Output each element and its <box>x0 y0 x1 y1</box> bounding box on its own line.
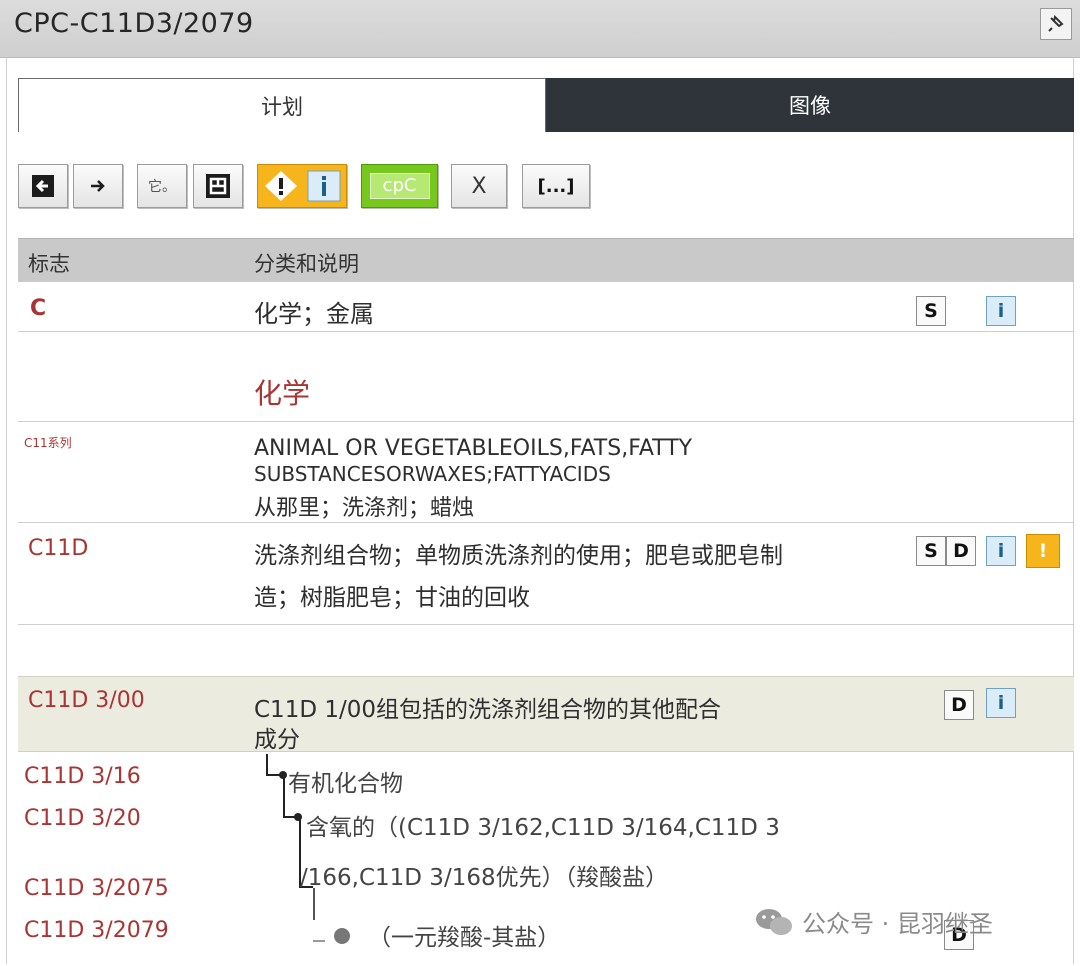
section-heading: 化学 <box>254 377 311 410</box>
row-description: 有机化合物 <box>288 771 403 797</box>
info-icon[interactable]: i <box>986 688 1016 718</box>
row-description: （一元羧酸-其盐） <box>368 925 561 951</box>
row-description: /166,C11D 3/168优先）（羧酸盐） <box>300 865 669 891</box>
d-icon[interactable]: D <box>946 536 976 566</box>
row-description-line: SUBSTANCESORWAXES;FATTYACIDS <box>254 462 611 486</box>
info-icon <box>307 170 341 202</box>
table-header: 标志 分类和说明 <box>18 238 1074 282</box>
tree-connector <box>313 888 315 920</box>
wechat-icon <box>756 908 792 935</box>
back-arrow-icon <box>32 175 54 197</box>
tab-bar: 计划 图像 <box>18 78 1074 132</box>
row-symbol[interactable]: C11D <box>28 536 88 561</box>
row-symbol[interactable]: C11D 3/20 <box>24 806 141 831</box>
forward-button[interactable] <box>73 164 123 208</box>
ellipsis-button[interactable]: [...] <box>522 164 590 208</box>
header-symbol: 标志 <box>28 252 70 276</box>
tree-connector <box>266 754 268 776</box>
warning-info-button[interactable] <box>257 164 347 208</box>
row-divider <box>18 624 1074 625</box>
row-divider <box>18 331 1074 332</box>
cpc-button[interactable]: cpC <box>361 164 438 208</box>
warning-icon[interactable]: ! <box>1026 534 1060 568</box>
tab-images[interactable]: 图像 <box>546 78 1074 132</box>
tree-node-dot <box>334 928 350 944</box>
text-button[interactable]: 它。 <box>137 164 187 208</box>
tab-scheme[interactable]: 计划 <box>18 78 546 132</box>
row-description: 化学；金属 <box>254 300 374 328</box>
row-symbol[interactable]: C11D 3/00 <box>28 688 145 713</box>
warning-icon <box>265 171 297 201</box>
window: CPC-C11D3/2079 计划 图像 它。 cpC X [...] 标志 分… <box>0 0 1080 966</box>
back-button[interactable] <box>18 164 68 208</box>
row-symbol[interactable]: C11D 3/2079 <box>24 918 169 943</box>
layout-toggle-button[interactable] <box>193 164 243 208</box>
row-description-line: 成分 <box>254 727 300 753</box>
tree-connector <box>313 940 325 942</box>
watermark: 公众号 · 昆羽继圣 <box>754 904 993 939</box>
tree-connector <box>283 776 285 818</box>
row-divider <box>18 421 1074 422</box>
s-icon[interactable]: S <box>916 536 946 566</box>
layout-icon <box>206 174 230 198</box>
d-icon[interactable]: D <box>944 690 974 720</box>
row-symbol[interactable]: C11D 3/2075 <box>24 876 169 901</box>
info-icon[interactable]: i <box>986 296 1016 326</box>
title-bar: CPC-C11D3/2079 <box>0 0 1080 58</box>
row-description: 含氧的（(C11D 3/162,C11D 3/164,C11D 3 <box>306 815 780 841</box>
row-symbol[interactable]: C <box>30 296 46 321</box>
row-symbol[interactable]: C11D 3/16 <box>24 764 141 789</box>
window-title: CPC-C11D3/2079 <box>14 8 254 39</box>
row-symbol[interactable]: C11系列 <box>24 434 72 451</box>
forward-arrow-icon <box>91 180 105 192</box>
row-description-line: ANIMAL OR VEGETABLEOILS,FATS,FATTY <box>254 436 693 461</box>
close-x-button[interactable]: X <box>451 164 507 208</box>
info-icon[interactable]: i <box>986 536 1016 566</box>
row-description-line: 洗涤剂组合物；单物质洗涤剂的使用；肥皂或肥皂制 <box>254 543 783 569</box>
row-divider <box>18 522 1074 523</box>
watermark-text: 公众号 · 昆羽继圣 <box>802 910 993 938</box>
row-description-line: C11D 1/00组包括的洗涤剂组合物的其他配合 <box>254 697 721 723</box>
s-icon[interactable]: S <box>916 296 946 326</box>
row-description-line: 造；树脂肥皂；甘油的回收 <box>254 585 530 611</box>
row-description-line: 从那里；洗涤剂；蜡烛 <box>254 496 475 521</box>
pin-icon[interactable] <box>1040 8 1072 40</box>
header-description: 分类和说明 <box>254 252 359 276</box>
